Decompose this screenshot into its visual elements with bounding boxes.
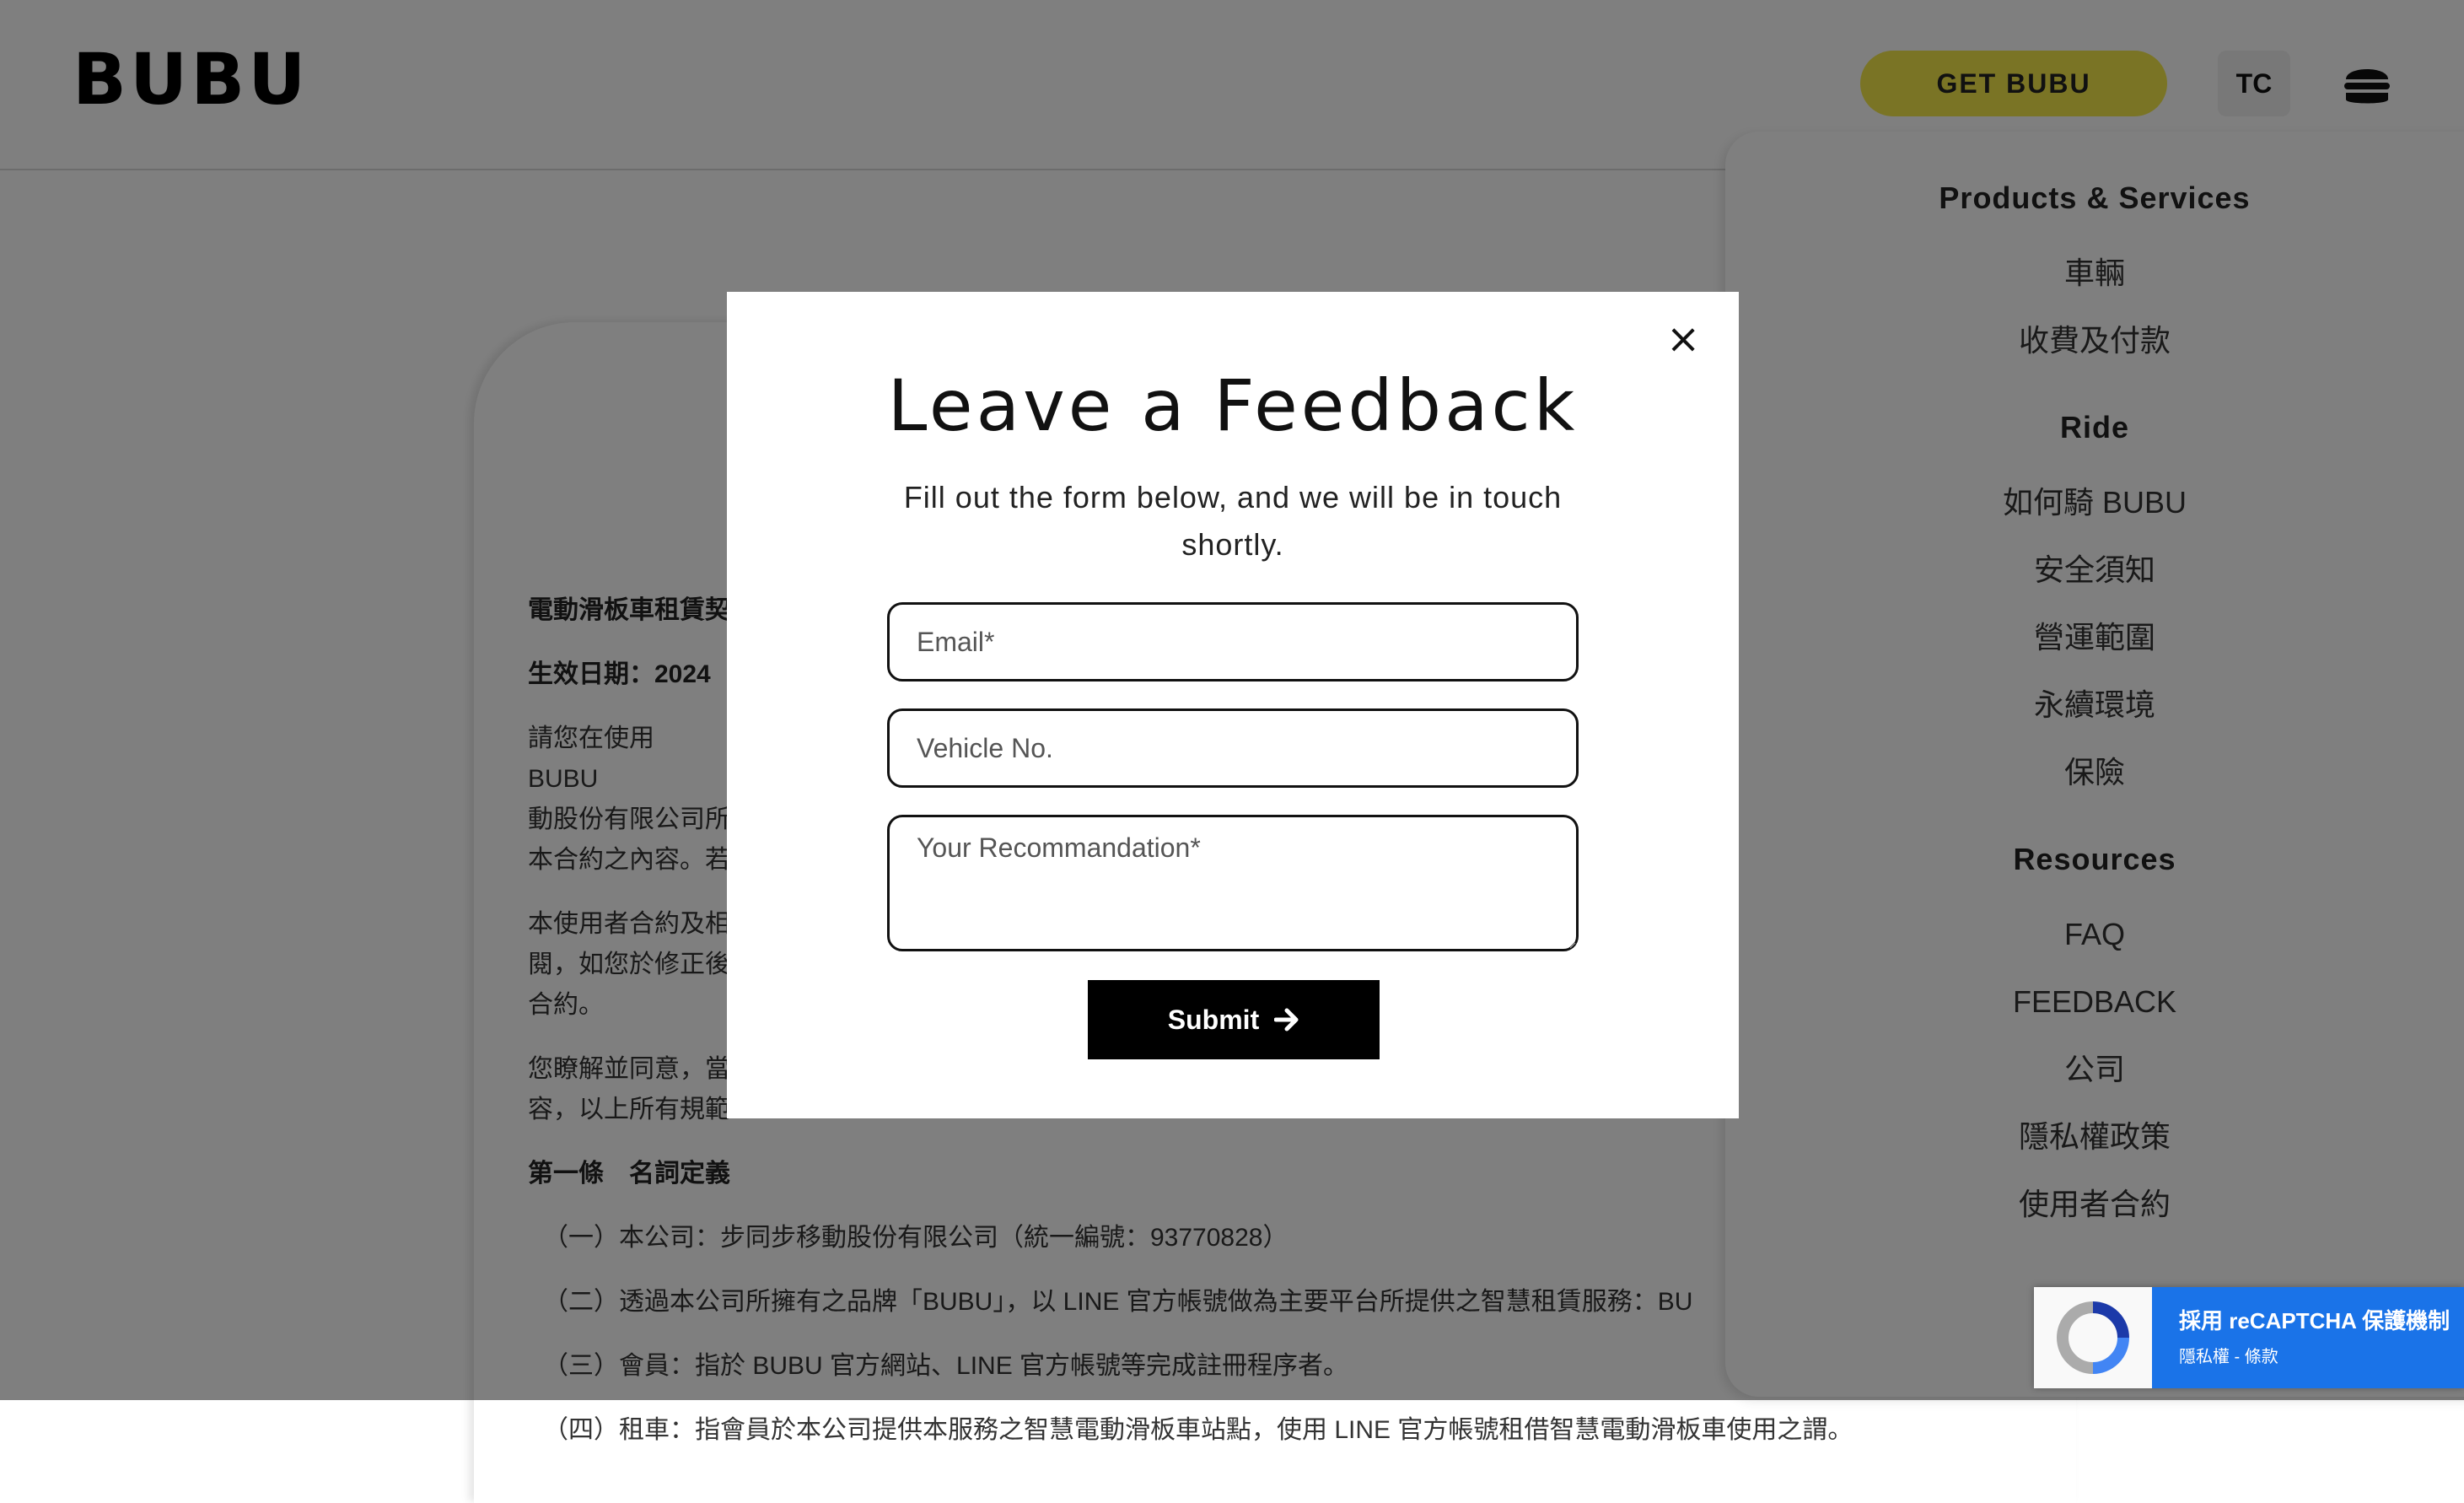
recaptcha-links[interactable]: 隱私權 - 條款 <box>2179 1343 2278 1367</box>
recaptcha-text: 採用 reCAPTCHA 保護機制 隱私權 - 條款 <box>2152 1287 2464 1388</box>
recaptcha-badge[interactable]: 採用 reCAPTCHA 保護機制 隱私權 - 條款 <box>2034 1287 2464 1388</box>
recaptcha-icon <box>2057 1301 2129 1374</box>
submit-label: Submit <box>1167 1004 1260 1035</box>
close-icon[interactable]: × <box>1666 319 1700 359</box>
submit-button[interactable]: Submit <box>1088 980 1380 1059</box>
modal-subtitle: Fill out the form below, and we will be … <box>903 480 1563 562</box>
feedback-modal: × Leave a Feedback Fill out the form bel… <box>727 292 1739 1118</box>
recaptcha-logo <box>2034 1287 2152 1388</box>
modal-title: Leave a Feedback <box>887 364 1579 447</box>
vehicle-number-field[interactable] <box>887 708 1579 788</box>
arrow-right-icon <box>1274 1008 1299 1032</box>
definition-item: （四）租車：指會員於本公司提供本服務之智慧電動滑板車站點，使用 LINE 官方帳… <box>543 1416 1853 1444</box>
recommendation-field[interactable] <box>887 815 1579 951</box>
recaptcha-title: 採用 reCAPTCHA 保護機制 <box>2179 1308 2451 1333</box>
email-field[interactable] <box>887 602 1579 681</box>
